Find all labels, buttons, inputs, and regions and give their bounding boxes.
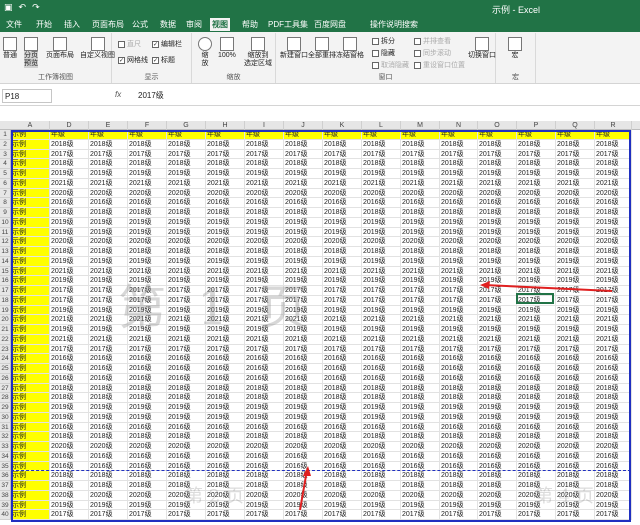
red-arrow-head — [480, 281, 490, 289]
red-arrow-head — [303, 466, 311, 476]
annotation-arrows — [299, 281, 613, 511]
red-arrow — [483, 284, 613, 292]
